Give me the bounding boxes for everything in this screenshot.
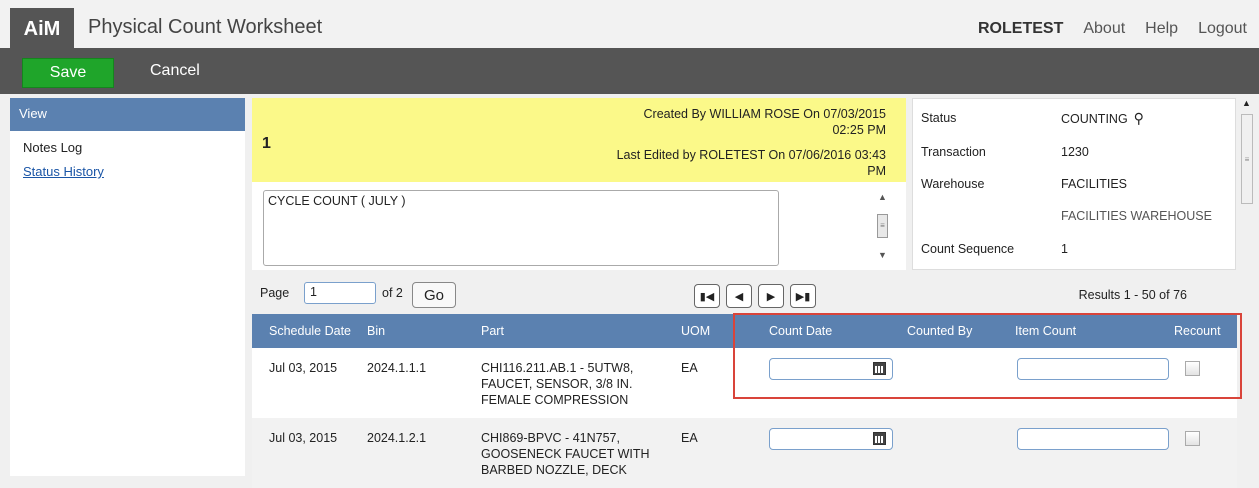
search-icon[interactable]: ⚲ bbox=[1134, 110, 1144, 127]
page-scroll-up-icon[interactable]: ▲ bbox=[1242, 98, 1251, 108]
record-number: 1 bbox=[262, 135, 271, 152]
warehouse-value: FACILITIES bbox=[1061, 177, 1127, 191]
description-scrollbar[interactable]: ▲ ≡ ▼ bbox=[874, 190, 892, 266]
created-info: Created By WILLIAM ROSE On 07/03/2015 02… bbox=[586, 106, 886, 138]
description-textarea[interactable]: CYCLE COUNT ( JULY ) bbox=[263, 190, 779, 266]
column-item-count[interactable]: Item Count bbox=[1015, 324, 1076, 338]
aim-logo: AiM bbox=[10, 8, 74, 50]
table-row: Jul 03, 2015 2024.1.2.1 CHI869-BPVC - 41… bbox=[252, 418, 1237, 488]
part-line: FAUCET, SENSOR, 3/8 IN. bbox=[481, 377, 633, 391]
user-name-link[interactable]: ROLETEST bbox=[978, 20, 1063, 38]
cancel-button[interactable]: Cancel bbox=[150, 62, 200, 80]
item-count-input[interactable] bbox=[1017, 358, 1169, 380]
page-count-label: of 2 bbox=[382, 286, 403, 300]
schedule-date-cell: Jul 03, 2015 bbox=[269, 361, 338, 375]
schedule-date-cell: Jul 03, 2015 bbox=[269, 431, 338, 445]
last-page-icon[interactable]: ▶▮ bbox=[790, 284, 816, 308]
count-sequence-value: 1 bbox=[1061, 242, 1068, 256]
calendar-icon[interactable] bbox=[873, 362, 886, 375]
uom-cell: EA bbox=[681, 361, 698, 375]
scroll-up-icon[interactable]: ▲ bbox=[878, 192, 887, 202]
top-nav: ROLETEST About Help Logout bbox=[978, 20, 1247, 38]
results-count: Results 1 - 50 of 76 bbox=[1078, 288, 1187, 302]
scroll-down-icon[interactable]: ▼ bbox=[878, 250, 887, 260]
edited-info: Last Edited by ROLETEST On 07/06/2016 03… bbox=[586, 147, 886, 179]
save-button[interactable]: Save bbox=[22, 58, 114, 88]
bin-cell: 2024.1.2.1 bbox=[367, 431, 427, 445]
next-page-icon[interactable]: ▶ bbox=[758, 284, 784, 308]
part-line: FEMALE COMPRESSION bbox=[481, 393, 629, 407]
action-toolbar: Save Cancel bbox=[0, 48, 1259, 94]
created-line-1: Created By WILLIAM ROSE On 07/03/2015 bbox=[643, 107, 886, 121]
record-header: 1 Created By WILLIAM ROSE On 07/03/2015 … bbox=[252, 98, 906, 182]
page-scroll-thumb[interactable]: ≡ bbox=[1241, 114, 1253, 204]
column-count-date[interactable]: Count Date bbox=[769, 324, 832, 338]
count-sequence-label: Count Sequence bbox=[921, 242, 1015, 256]
created-line-2: 02:25 PM bbox=[832, 123, 886, 137]
page-title: Physical Count Worksheet bbox=[88, 16, 323, 38]
scroll-thumb[interactable]: ≡ bbox=[877, 214, 888, 238]
previous-page-icon[interactable]: ◀ bbox=[726, 284, 752, 308]
about-link[interactable]: About bbox=[1083, 20, 1125, 38]
recount-checkbox[interactable] bbox=[1185, 361, 1200, 376]
sidebar-item-notes-log[interactable]: Notes Log bbox=[10, 131, 245, 155]
item-count-input[interactable] bbox=[1017, 428, 1169, 450]
edited-line-2: PM bbox=[867, 164, 886, 178]
edited-line-1: Last Edited by ROLETEST On 07/06/2016 03… bbox=[616, 148, 886, 162]
count-date-input[interactable] bbox=[769, 358, 893, 380]
table-header: Schedule Date Bin Part UOM Count Date Co… bbox=[252, 314, 1237, 348]
sidebar-item-view[interactable]: View bbox=[10, 98, 245, 131]
part-cell: CHI116.211.AB.1 - 5UTW8, FAUCET, SENSOR,… bbox=[481, 360, 633, 408]
status-text: COUNTING bbox=[1061, 112, 1128, 126]
page-scrollbar[interactable]: ▲ ≡ bbox=[1240, 98, 1254, 476]
transaction-label: Transaction bbox=[921, 145, 986, 159]
details-panel: Status COUNTING ⚲ Transaction 1230 Wareho… bbox=[912, 98, 1236, 270]
part-line: GOOSENECK FAUCET WITH bbox=[481, 447, 650, 461]
logout-link[interactable]: Logout bbox=[1198, 20, 1247, 38]
uom-cell: EA bbox=[681, 431, 698, 445]
count-date-input[interactable] bbox=[769, 428, 893, 450]
go-button[interactable]: Go bbox=[412, 282, 456, 308]
part-cell: CHI869-BPVC - 41N757, GOOSENECK FAUCET W… bbox=[481, 430, 650, 478]
warehouse-description: FACILITIES WAREHOUSE bbox=[1061, 209, 1212, 223]
column-counted-by[interactable]: Counted By bbox=[907, 324, 972, 338]
column-recount[interactable]: Recount bbox=[1174, 324, 1221, 338]
bin-cell: 2024.1.1.1 bbox=[367, 361, 427, 375]
recount-checkbox[interactable] bbox=[1185, 431, 1200, 446]
column-bin[interactable]: Bin bbox=[367, 324, 385, 338]
pagination-bar: Page 1 of 2 Go ▮◀ ◀ ▶ ▶▮ Results 1 - 50 … bbox=[252, 274, 1237, 314]
count-table: Schedule Date Bin Part UOM Count Date Co… bbox=[252, 314, 1237, 488]
sidebar: View Notes Log Status History bbox=[10, 98, 245, 476]
help-link[interactable]: Help bbox=[1145, 20, 1178, 38]
calendar-icon[interactable] bbox=[873, 432, 886, 445]
column-schedule-date[interactable]: Schedule Date bbox=[269, 324, 351, 338]
status-label: Status bbox=[921, 111, 957, 125]
part-line: CHI869-BPVC - 41N757, bbox=[481, 431, 620, 445]
first-page-icon[interactable]: ▮◀ bbox=[694, 284, 720, 308]
column-part[interactable]: Part bbox=[481, 324, 504, 338]
status-value: COUNTING ⚲ bbox=[1061, 110, 1144, 127]
page-label: Page bbox=[260, 286, 290, 300]
warehouse-label: Warehouse bbox=[921, 177, 985, 191]
part-line: CHI116.211.AB.1 - 5UTW8, bbox=[481, 361, 634, 375]
page-number-input[interactable]: 1 bbox=[304, 282, 376, 304]
column-uom[interactable]: UOM bbox=[681, 324, 710, 338]
transaction-value: 1230 bbox=[1061, 145, 1089, 159]
sidebar-item-status-history[interactable]: Status History bbox=[10, 155, 245, 179]
record-panel: 1 Created By WILLIAM ROSE On 07/03/2015 … bbox=[252, 98, 906, 270]
table-row: Jul 03, 2015 2024.1.1.1 CHI116.211.AB.1 … bbox=[252, 348, 1237, 418]
